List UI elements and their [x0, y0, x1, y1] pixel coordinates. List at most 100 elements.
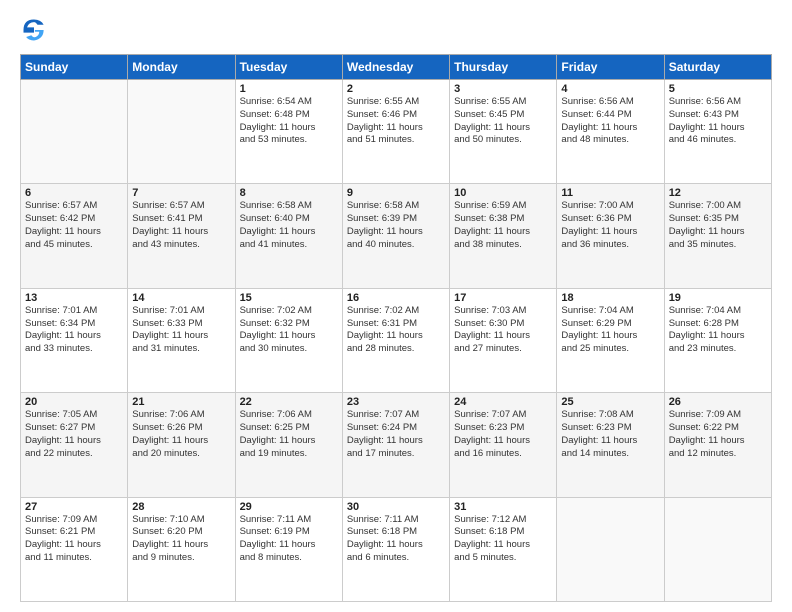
- day-number: 3: [454, 83, 552, 95]
- day-number: 12: [669, 187, 767, 199]
- day-number: 17: [454, 292, 552, 304]
- daylight-info: and 16 minutes.: [454, 448, 552, 461]
- calendar-table: SundayMondayTuesdayWednesdayThursdayFrid…: [20, 54, 772, 602]
- daylight-info: and 51 minutes.: [347, 134, 445, 147]
- daylight-info: Daylight: 11 hours: [669, 122, 767, 135]
- sunset-info: Sunset: 6:29 PM: [561, 318, 659, 331]
- sunset-info: Sunset: 6:24 PM: [347, 422, 445, 435]
- daylight-info: and 53 minutes.: [240, 134, 338, 147]
- sunrise-info: Sunrise: 7:02 AM: [240, 305, 338, 318]
- daylight-info: and 36 minutes.: [561, 239, 659, 252]
- daylight-info: and 20 minutes.: [132, 448, 230, 461]
- calendar-cell: [664, 497, 771, 601]
- sunrise-info: Sunrise: 7:06 AM: [240, 409, 338, 422]
- daylight-info: Daylight: 11 hours: [240, 122, 338, 135]
- day-number: 9: [347, 187, 445, 199]
- sunset-info: Sunset: 6:27 PM: [25, 422, 123, 435]
- sunrise-info: Sunrise: 7:00 AM: [561, 200, 659, 213]
- sunset-info: Sunset: 6:43 PM: [669, 109, 767, 122]
- logo-icon: [20, 16, 48, 44]
- daylight-info: Daylight: 11 hours: [240, 539, 338, 552]
- calendar-cell: 20Sunrise: 7:05 AMSunset: 6:27 PMDayligh…: [21, 393, 128, 497]
- sunset-info: Sunset: 6:30 PM: [454, 318, 552, 331]
- daylight-info: and 41 minutes.: [240, 239, 338, 252]
- daylight-info: Daylight: 11 hours: [669, 435, 767, 448]
- sunrise-info: Sunrise: 6:55 AM: [347, 96, 445, 109]
- daylight-info: Daylight: 11 hours: [132, 539, 230, 552]
- day-number: 7: [132, 187, 230, 199]
- daylight-info: Daylight: 11 hours: [240, 226, 338, 239]
- day-number: 24: [454, 396, 552, 408]
- sunset-info: Sunset: 6:36 PM: [561, 213, 659, 226]
- header-day-sunday: Sunday: [21, 55, 128, 80]
- day-number: 25: [561, 396, 659, 408]
- calendar-cell: 5Sunrise: 6:56 AMSunset: 6:43 PMDaylight…: [664, 80, 771, 184]
- sunset-info: Sunset: 6:18 PM: [347, 526, 445, 539]
- sunrise-info: Sunrise: 7:01 AM: [132, 305, 230, 318]
- day-number: 22: [240, 396, 338, 408]
- sunset-info: Sunset: 6:45 PM: [454, 109, 552, 122]
- calendar-header: SundayMondayTuesdayWednesdayThursdayFrid…: [21, 55, 772, 80]
- daylight-info: and 38 minutes.: [454, 239, 552, 252]
- calendar-cell: 9Sunrise: 6:58 AMSunset: 6:39 PMDaylight…: [342, 184, 449, 288]
- daylight-info: Daylight: 11 hours: [561, 122, 659, 135]
- day-number: 21: [132, 396, 230, 408]
- daylight-info: Daylight: 11 hours: [669, 226, 767, 239]
- calendar-cell: 1Sunrise: 6:54 AMSunset: 6:48 PMDaylight…: [235, 80, 342, 184]
- daylight-info: and 9 minutes.: [132, 552, 230, 565]
- sunrise-info: Sunrise: 7:04 AM: [561, 305, 659, 318]
- daylight-info: and 45 minutes.: [25, 239, 123, 252]
- sunset-info: Sunset: 6:34 PM: [25, 318, 123, 331]
- daylight-info: and 17 minutes.: [347, 448, 445, 461]
- calendar-body: 1Sunrise: 6:54 AMSunset: 6:48 PMDaylight…: [21, 80, 772, 602]
- sunset-info: Sunset: 6:25 PM: [240, 422, 338, 435]
- calendar-cell: 12Sunrise: 7:00 AMSunset: 6:35 PMDayligh…: [664, 184, 771, 288]
- daylight-info: and 6 minutes.: [347, 552, 445, 565]
- calendar-cell: 7Sunrise: 6:57 AMSunset: 6:41 PMDaylight…: [128, 184, 235, 288]
- sunset-info: Sunset: 6:19 PM: [240, 526, 338, 539]
- day-number: 29: [240, 501, 338, 513]
- calendar-cell: 11Sunrise: 7:00 AMSunset: 6:36 PMDayligh…: [557, 184, 664, 288]
- sunrise-info: Sunrise: 7:11 AM: [347, 514, 445, 527]
- day-number: 5: [669, 83, 767, 95]
- day-number: 23: [347, 396, 445, 408]
- daylight-info: Daylight: 11 hours: [454, 226, 552, 239]
- calendar-cell: [21, 80, 128, 184]
- sunset-info: Sunset: 6:48 PM: [240, 109, 338, 122]
- daylight-info: Daylight: 11 hours: [132, 330, 230, 343]
- sunrise-info: Sunrise: 6:56 AM: [561, 96, 659, 109]
- sunset-info: Sunset: 6:40 PM: [240, 213, 338, 226]
- daylight-info: and 46 minutes.: [669, 134, 767, 147]
- sunrise-info: Sunrise: 6:58 AM: [240, 200, 338, 213]
- daylight-info: and 43 minutes.: [132, 239, 230, 252]
- sunset-info: Sunset: 6:35 PM: [669, 213, 767, 226]
- daylight-info: Daylight: 11 hours: [240, 330, 338, 343]
- daylight-info: and 35 minutes.: [669, 239, 767, 252]
- daylight-info: Daylight: 11 hours: [454, 435, 552, 448]
- daylight-info: and 12 minutes.: [669, 448, 767, 461]
- week-row-3: 13Sunrise: 7:01 AMSunset: 6:34 PMDayligh…: [21, 288, 772, 392]
- header-day-tuesday: Tuesday: [235, 55, 342, 80]
- calendar-cell: [557, 497, 664, 601]
- daylight-info: Daylight: 11 hours: [25, 330, 123, 343]
- header-day-friday: Friday: [557, 55, 664, 80]
- calendar-cell: 25Sunrise: 7:08 AMSunset: 6:23 PMDayligh…: [557, 393, 664, 497]
- sunset-info: Sunset: 6:38 PM: [454, 213, 552, 226]
- header-day-thursday: Thursday: [450, 55, 557, 80]
- day-number: 20: [25, 396, 123, 408]
- calendar-cell: [128, 80, 235, 184]
- calendar-cell: 3Sunrise: 6:55 AMSunset: 6:45 PMDaylight…: [450, 80, 557, 184]
- sunrise-info: Sunrise: 7:11 AM: [240, 514, 338, 527]
- sunset-info: Sunset: 6:44 PM: [561, 109, 659, 122]
- sunset-info: Sunset: 6:46 PM: [347, 109, 445, 122]
- daylight-info: Daylight: 11 hours: [454, 539, 552, 552]
- sunrise-info: Sunrise: 6:59 AM: [454, 200, 552, 213]
- day-number: 19: [669, 292, 767, 304]
- calendar-cell: 16Sunrise: 7:02 AMSunset: 6:31 PMDayligh…: [342, 288, 449, 392]
- daylight-info: Daylight: 11 hours: [454, 330, 552, 343]
- sunrise-info: Sunrise: 7:03 AM: [454, 305, 552, 318]
- calendar-cell: 27Sunrise: 7:09 AMSunset: 6:21 PMDayligh…: [21, 497, 128, 601]
- sunrise-info: Sunrise: 6:55 AM: [454, 96, 552, 109]
- sunset-info: Sunset: 6:31 PM: [347, 318, 445, 331]
- calendar-cell: 31Sunrise: 7:12 AMSunset: 6:18 PMDayligh…: [450, 497, 557, 601]
